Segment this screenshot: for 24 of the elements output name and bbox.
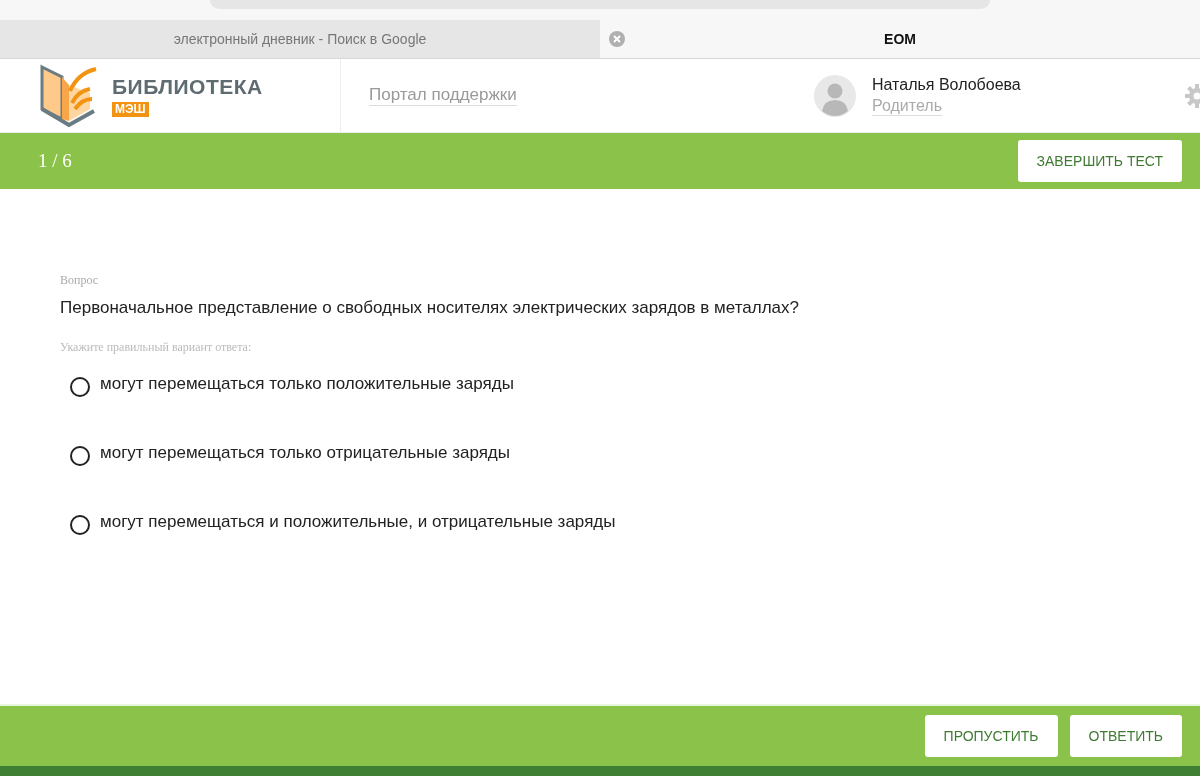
close-icon[interactable] [609, 31, 625, 47]
radio-button[interactable] [70, 446, 90, 466]
question-label: Вопрос [60, 273, 100, 288]
question-counter: 1 / 6 [38, 150, 72, 172]
logo-title: БИБЛИОТЕКА [112, 74, 263, 99]
skip-button[interactable]: ПРОПУСТИТЬ [924, 715, 1058, 757]
avatar-icon[interactable] [814, 74, 856, 117]
radio-button[interactable] [70, 515, 90, 535]
finish-test-button[interactable]: ЗАВЕРШИТЬ ТЕСТ [1017, 140, 1182, 182]
answer-option[interactable]: могут перемещаться только положительные заряды [100, 374, 514, 394]
answer-option[interactable]: могут перемещаться только отрицательные заряды [100, 443, 510, 463]
user-name: Наталья Волобоева [872, 75, 1021, 94]
logo-badge: МЭШ [112, 101, 149, 117]
question-text: Первоначальное представление о свободных носителях электрических зарядов в металлах? [60, 298, 800, 318]
support-link[interactable]: Портал поддержки [369, 85, 517, 106]
browser-tab[interactable]: электронный дневник - Поиск в Google [0, 20, 600, 58]
browser-tab-title: электронный дневник - Поиск в Google [173, 31, 427, 47]
answer-option[interactable]: могут перемещаться и положительные, и отрицательные заряды [100, 512, 616, 532]
browser-tab[interactable]: ЕОМ [600, 20, 1200, 58]
radio-button[interactable] [70, 377, 90, 397]
answer-hint: Укажите правильный вариант ответа: [60, 340, 253, 355]
browser-tab-title: ЕОМ [884, 31, 916, 47]
book-logo-icon [40, 62, 98, 129]
answer-button[interactable]: ОТВЕТИТЬ [1069, 715, 1182, 757]
